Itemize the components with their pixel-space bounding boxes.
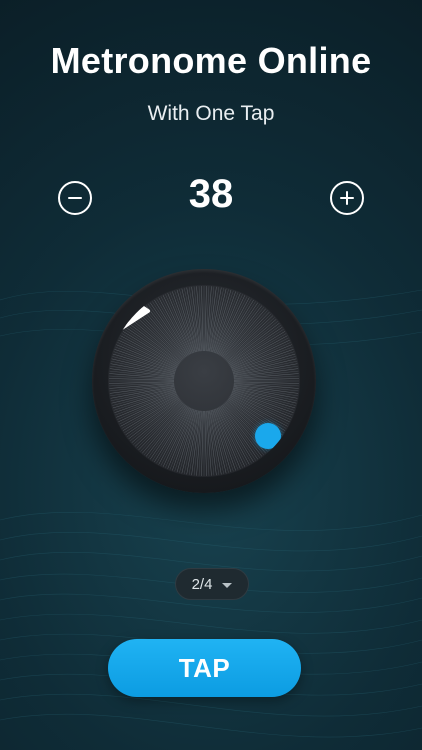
play-icon[interactable] [108, 285, 152, 337]
caret-down-icon [222, 582, 233, 588]
tempo-value: 38 [188, 172, 234, 216]
time-signature-value: 2/4 [191, 575, 213, 593]
minus-icon [68, 197, 82, 199]
beat-indicator [255, 423, 281, 449]
time-signature-select[interactable]: 2/4 [175, 568, 249, 600]
app-subtitle: With One Tap [147, 102, 275, 125]
increase-tempo-button[interactable] [330, 181, 364, 215]
plus-icon [340, 191, 354, 205]
metronome-dial[interactable] [92, 269, 316, 493]
tap-button[interactable]: TAP [108, 639, 301, 697]
decrease-tempo-button[interactable] [58, 181, 92, 215]
app-title: Metronome Online [50, 40, 372, 81]
dial-face[interactable] [108, 285, 300, 477]
